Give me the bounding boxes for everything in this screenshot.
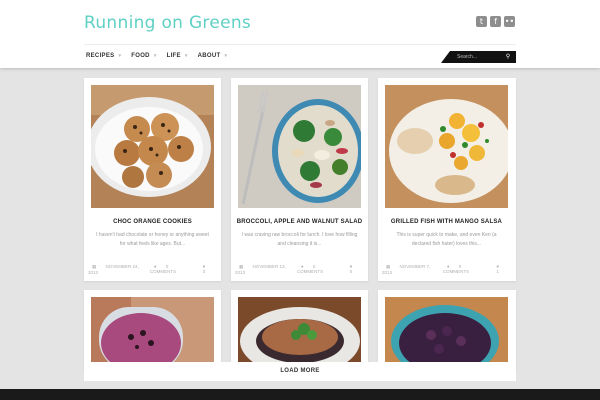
post-card[interactable] xyxy=(84,290,221,370)
post-likes-text: 0 xyxy=(349,269,353,274)
post-comments[interactable]: ● 0 COMMENTS xyxy=(150,264,191,275)
nav-item-label: RECIPES xyxy=(86,53,115,59)
calendar-icon: ▦ xyxy=(92,264,98,269)
nav-item-food[interactable]: FOOD ▾ xyxy=(131,53,156,59)
nav-item-label: FOOD xyxy=(131,53,150,59)
post-meta: ▦ NOVEMBER 13, 2013 ● 0 COMMENTS ♥ 0 xyxy=(231,264,368,275)
post-image-berry-smoothie[interactable] xyxy=(91,297,214,370)
site-footer xyxy=(0,389,600,400)
search-input[interactable] xyxy=(457,51,497,63)
search-box: ⚲ xyxy=(441,51,516,63)
load-more-button[interactable]: LOAD MORE xyxy=(84,362,516,381)
nav-item-label: LIFE xyxy=(166,53,181,59)
calendar-icon: ▦ xyxy=(239,264,245,269)
post-meta: ▦ NOVEMBER 7, 2013 ● 0 COMMENTS ♥ 1 xyxy=(378,264,515,275)
post-image-berry-bowl[interactable] xyxy=(385,297,508,370)
post-likes[interactable]: ♥ 0 xyxy=(346,264,364,275)
nav-item-label: ABOUT xyxy=(197,53,221,59)
post-likes[interactable]: ♥ 1 xyxy=(492,264,511,275)
post-excerpt: This is super quick to make, and even Ke… xyxy=(396,232,497,247)
header-divider xyxy=(84,44,516,45)
post-image-stuffed-eggplant[interactable] xyxy=(238,297,361,370)
post-image-cookies[interactable] xyxy=(91,85,214,208)
chevron-down-icon: ▾ xyxy=(224,53,228,59)
post-excerpt: I haven't had chocolate or honey or anyt… xyxy=(96,232,209,247)
site-logo[interactable]: Running on Greens xyxy=(84,13,251,33)
post-excerpt: I was craving raw broccoli for lunch. I … xyxy=(241,232,358,247)
post-card[interactable]: GRILLED FISH WITH MANGO SALSA This is su… xyxy=(378,78,516,281)
post-likes-text: 1 xyxy=(496,269,499,274)
facebook-icon[interactable]: f xyxy=(490,16,501,27)
post-date: ▦ NOVEMBER 13, 2013 xyxy=(235,264,289,275)
post-title[interactable]: CHOC ORANGE COOKIES xyxy=(84,219,221,225)
post-likes-text: 3 xyxy=(202,269,206,274)
post-card[interactable] xyxy=(378,290,516,370)
chevron-down-icon: ▾ xyxy=(118,53,122,59)
post-title[interactable]: GRILLED FISH WITH MANGO SALSA xyxy=(378,219,515,225)
post-date: ▦ NOVEMBER 24, 2013 xyxy=(88,264,142,275)
post-image-broccoli-salad[interactable] xyxy=(238,85,361,208)
post-comments[interactable]: ● 0 COMMENTS xyxy=(297,264,338,275)
post-image-grilled-fish[interactable] xyxy=(385,85,508,208)
post-date: ▦ NOVEMBER 7, 2013 xyxy=(382,264,435,275)
twitter-icon[interactable]: t xyxy=(476,16,487,27)
post-meta: ▦ NOVEMBER 24, 2013 ● 0 COMMENTS ♥ 3 xyxy=(84,264,221,275)
nav-item-about[interactable]: ABOUT ▾ xyxy=(198,53,228,59)
calendar-icon: ▦ xyxy=(386,264,392,269)
nav-item-recipes[interactable]: RECIPES ▾ xyxy=(86,53,121,59)
nav-item-life[interactable]: LIFE ▾ xyxy=(167,53,188,59)
chevron-down-icon: ▾ xyxy=(153,53,157,59)
post-likes[interactable]: ♥ 3 xyxy=(199,264,217,275)
site-header: Running on Greens t f •• RECIPES ▾ FOOD ▾ … xyxy=(0,0,600,68)
flickr-icon[interactable]: •• xyxy=(504,16,515,27)
post-card[interactable]: BROCCOLI, APPLE AND WALNUT SALAD I was c… xyxy=(231,78,368,281)
main-nav: RECIPES ▾ FOOD ▾ LIFE ▾ ABOUT ▾ xyxy=(86,53,237,59)
post-card[interactable] xyxy=(231,290,368,370)
post-title[interactable]: BROCCOLI, APPLE AND WALNUT SALAD xyxy=(231,219,368,225)
search-icon[interactable]: ⚲ xyxy=(504,52,512,62)
post-comments[interactable]: ● 0 COMMENTS xyxy=(443,264,485,275)
post-card[interactable]: CHOC ORANGE COOKIES I haven't had chocol… xyxy=(84,78,221,281)
chevron-down-icon: ▾ xyxy=(184,53,188,59)
